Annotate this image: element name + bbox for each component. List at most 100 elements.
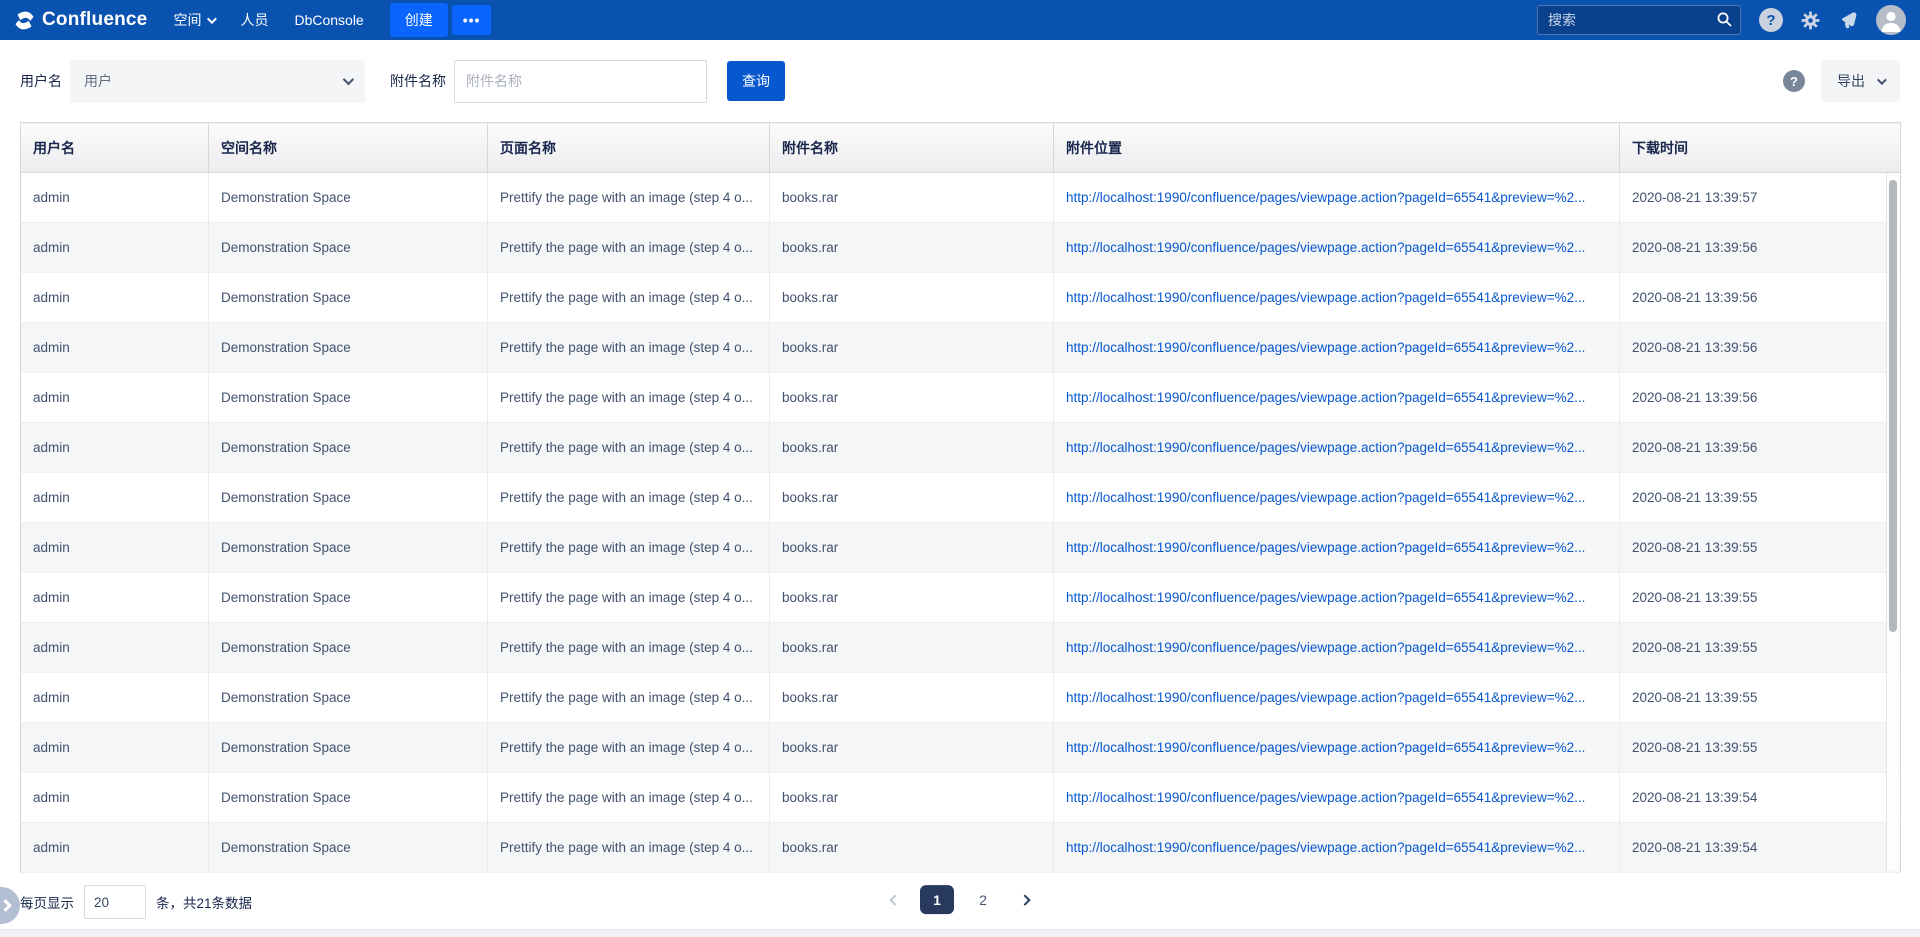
table-row: admin Demonstration Space Prettify the p…: [21, 373, 1901, 423]
table-body: admin Demonstration Space Prettify the p…: [21, 173, 1901, 873]
attachment-url-link[interactable]: http://localhost:1990/confluence/pages/v…: [1066, 240, 1585, 255]
cell-attachment-location: http://localhost:1990/confluence/pages/v…: [1054, 723, 1620, 773]
create-button[interactable]: 创建: [390, 3, 448, 37]
username-select[interactable]: 用户: [70, 60, 365, 103]
cell-attachment-location: http://localhost:1990/confluence/pages/v…: [1054, 373, 1620, 423]
per-page-suffix-label: 条，共21条数据: [156, 892, 252, 912]
logo-text: Confluence: [42, 9, 147, 31]
page-button-2[interactable]: 2: [966, 885, 1000, 914]
cell-download-time: 2020-08-21 13:39:54: [1620, 823, 1901, 873]
col-header-username: 用户名: [21, 123, 209, 173]
cell-space-name: Demonstration Space: [209, 173, 488, 223]
cell-page-name: Prettify the page with an image (step 4 …: [488, 523, 770, 573]
cell-page-name: Prettify the page with an image (step 4 …: [488, 673, 770, 723]
help-icon[interactable]: ?: [1783, 70, 1805, 92]
navbar-icon-group: ?: [1759, 5, 1906, 35]
cell-download-time: 2020-08-21 13:39:57: [1620, 173, 1901, 223]
cell-space-name: Demonstration Space: [209, 823, 488, 873]
more-menu-button[interactable]: •••: [452, 5, 492, 35]
attachment-url-link[interactable]: http://localhost:1990/confluence/pages/v…: [1066, 590, 1585, 605]
gear-icon[interactable]: [1798, 8, 1822, 32]
cell-download-time: 2020-08-21 13:39:56: [1620, 373, 1901, 423]
cell-attachment-name: books.rar: [770, 373, 1054, 423]
nav-item-dbconsole-label: DbConsole: [294, 12, 363, 28]
attachment-name-input[interactable]: [454, 60, 707, 103]
table-row: admin Demonstration Space Prettify the p…: [21, 673, 1901, 723]
next-page-button[interactable]: [1012, 887, 1038, 913]
attachment-url-link[interactable]: http://localhost:1990/confluence/pages/v…: [1066, 290, 1585, 305]
attachment-url-link[interactable]: http://localhost:1990/confluence/pages/v…: [1066, 540, 1585, 555]
user-avatar[interactable]: [1876, 5, 1906, 35]
table-vertical-scrollbar[interactable]: [1886, 173, 1899, 871]
cell-download-time: 2020-08-21 13:39:54: [1620, 773, 1901, 823]
cell-page-name: Prettify the page with an image (step 4 …: [488, 423, 770, 473]
attachment-url-link[interactable]: http://localhost:1990/confluence/pages/v…: [1066, 490, 1585, 505]
nav-item-spaces[interactable]: 空间: [173, 10, 214, 30]
search-icon[interactable]: [1716, 11, 1733, 28]
export-button[interactable]: 导出: [1821, 60, 1900, 102]
confluence-logo[interactable]: Confluence: [14, 9, 147, 31]
cell-page-name: Prettify the page with an image (step 4 …: [488, 223, 770, 273]
cell-download-time: 2020-08-21 13:39:55: [1620, 623, 1901, 673]
help-icon[interactable]: ?: [1759, 8, 1783, 32]
search-input[interactable]: [1537, 5, 1741, 35]
query-button[interactable]: 查询: [727, 61, 785, 101]
attachment-url-link[interactable]: http://localhost:1990/confluence/pages/v…: [1066, 740, 1585, 755]
export-button-label: 导出: [1837, 71, 1865, 91]
cell-download-time: 2020-08-21 13:39:56: [1620, 273, 1901, 323]
col-header-space: 空间名称: [209, 123, 488, 173]
attachment-url-link[interactable]: http://localhost:1990/confluence/pages/v…: [1066, 440, 1585, 455]
cell-attachment-location: http://localhost:1990/confluence/pages/v…: [1054, 673, 1620, 723]
attachment-url-link[interactable]: http://localhost:1990/confluence/pages/v…: [1066, 390, 1585, 405]
cell-attachment-location: http://localhost:1990/confluence/pages/v…: [1054, 823, 1620, 873]
chevron-right-icon: [1019, 894, 1030, 905]
cell-download-time: 2020-08-21 13:39:55: [1620, 473, 1901, 523]
per-page-control: 每页显示 条，共21条数据: [20, 885, 252, 919]
cell-page-name: Prettify the page with an image (step 4 …: [488, 723, 770, 773]
table-row: admin Demonstration Space Prettify the p…: [21, 723, 1901, 773]
per-page-input[interactable]: [84, 885, 146, 919]
cell-attachment-location: http://localhost:1990/confluence/pages/v…: [1054, 773, 1620, 823]
previous-page-button[interactable]: [882, 887, 908, 913]
confluence-logo-icon: [14, 10, 35, 31]
table-row: admin Demonstration Space Prettify the p…: [21, 773, 1901, 823]
cell-page-name: Prettify the page with an image (step 4 …: [488, 373, 770, 423]
attachment-url-link[interactable]: http://localhost:1990/confluence/pages/v…: [1066, 840, 1585, 855]
cell-username: admin: [21, 573, 209, 623]
attachment-url-link[interactable]: http://localhost:1990/confluence/pages/v…: [1066, 690, 1585, 705]
cell-page-name: Prettify the page with an image (step 4 …: [488, 823, 770, 873]
scrollbar-thumb[interactable]: [1889, 180, 1897, 632]
cell-page-name: Prettify the page with an image (step 4 …: [488, 473, 770, 523]
attachment-url-link[interactable]: http://localhost:1990/confluence/pages/v…: [1066, 190, 1585, 205]
cell-download-time: 2020-08-21 13:39:56: [1620, 423, 1901, 473]
bottom-scrollbar-strip[interactable]: [0, 929, 1920, 937]
chevron-down-icon: [343, 74, 354, 85]
table-footer: 每页显示 条，共21条数据 1 2: [0, 872, 1920, 932]
notifications-megaphone-icon[interactable]: [1837, 8, 1861, 32]
page-button-1[interactable]: 1: [920, 885, 954, 914]
cell-space-name: Demonstration Space: [209, 373, 488, 423]
table-row: admin Demonstration Space Prettify the p…: [21, 823, 1901, 873]
cell-attachment-location: http://localhost:1990/confluence/pages/v…: [1054, 573, 1620, 623]
attachment-url-link[interactable]: http://localhost:1990/confluence/pages/v…: [1066, 340, 1585, 355]
cell-username: admin: [21, 773, 209, 823]
cell-space-name: Demonstration Space: [209, 773, 488, 823]
cell-page-name: Prettify the page with an image (step 4 …: [488, 573, 770, 623]
nav-item-spaces-label: 空间: [173, 10, 201, 30]
chevron-right-icon: [0, 899, 12, 912]
cell-download-time: 2020-08-21 13:39:55: [1620, 523, 1901, 573]
cell-attachment-name: books.rar: [770, 523, 1054, 573]
cell-space-name: Demonstration Space: [209, 723, 488, 773]
cell-username: admin: [21, 373, 209, 423]
nav-item-people[interactable]: 人员: [240, 10, 268, 30]
filter-bar: 用户名 用户 附件名称 查询 ? 导出: [0, 40, 1920, 122]
chevron-down-icon: [207, 14, 217, 24]
attachment-url-link[interactable]: http://localhost:1990/confluence/pages/v…: [1066, 640, 1585, 655]
nav-item-dbconsole[interactable]: DbConsole: [294, 12, 363, 28]
cell-username: admin: [21, 673, 209, 723]
username-filter-label: 用户名: [20, 71, 62, 91]
username-select-value: 用户: [84, 71, 112, 91]
attachment-url-link[interactable]: http://localhost:1990/confluence/pages/v…: [1066, 790, 1585, 805]
cell-page-name: Prettify the page with an image (step 4 …: [488, 773, 770, 823]
cell-attachment-location: http://localhost:1990/confluence/pages/v…: [1054, 223, 1620, 273]
